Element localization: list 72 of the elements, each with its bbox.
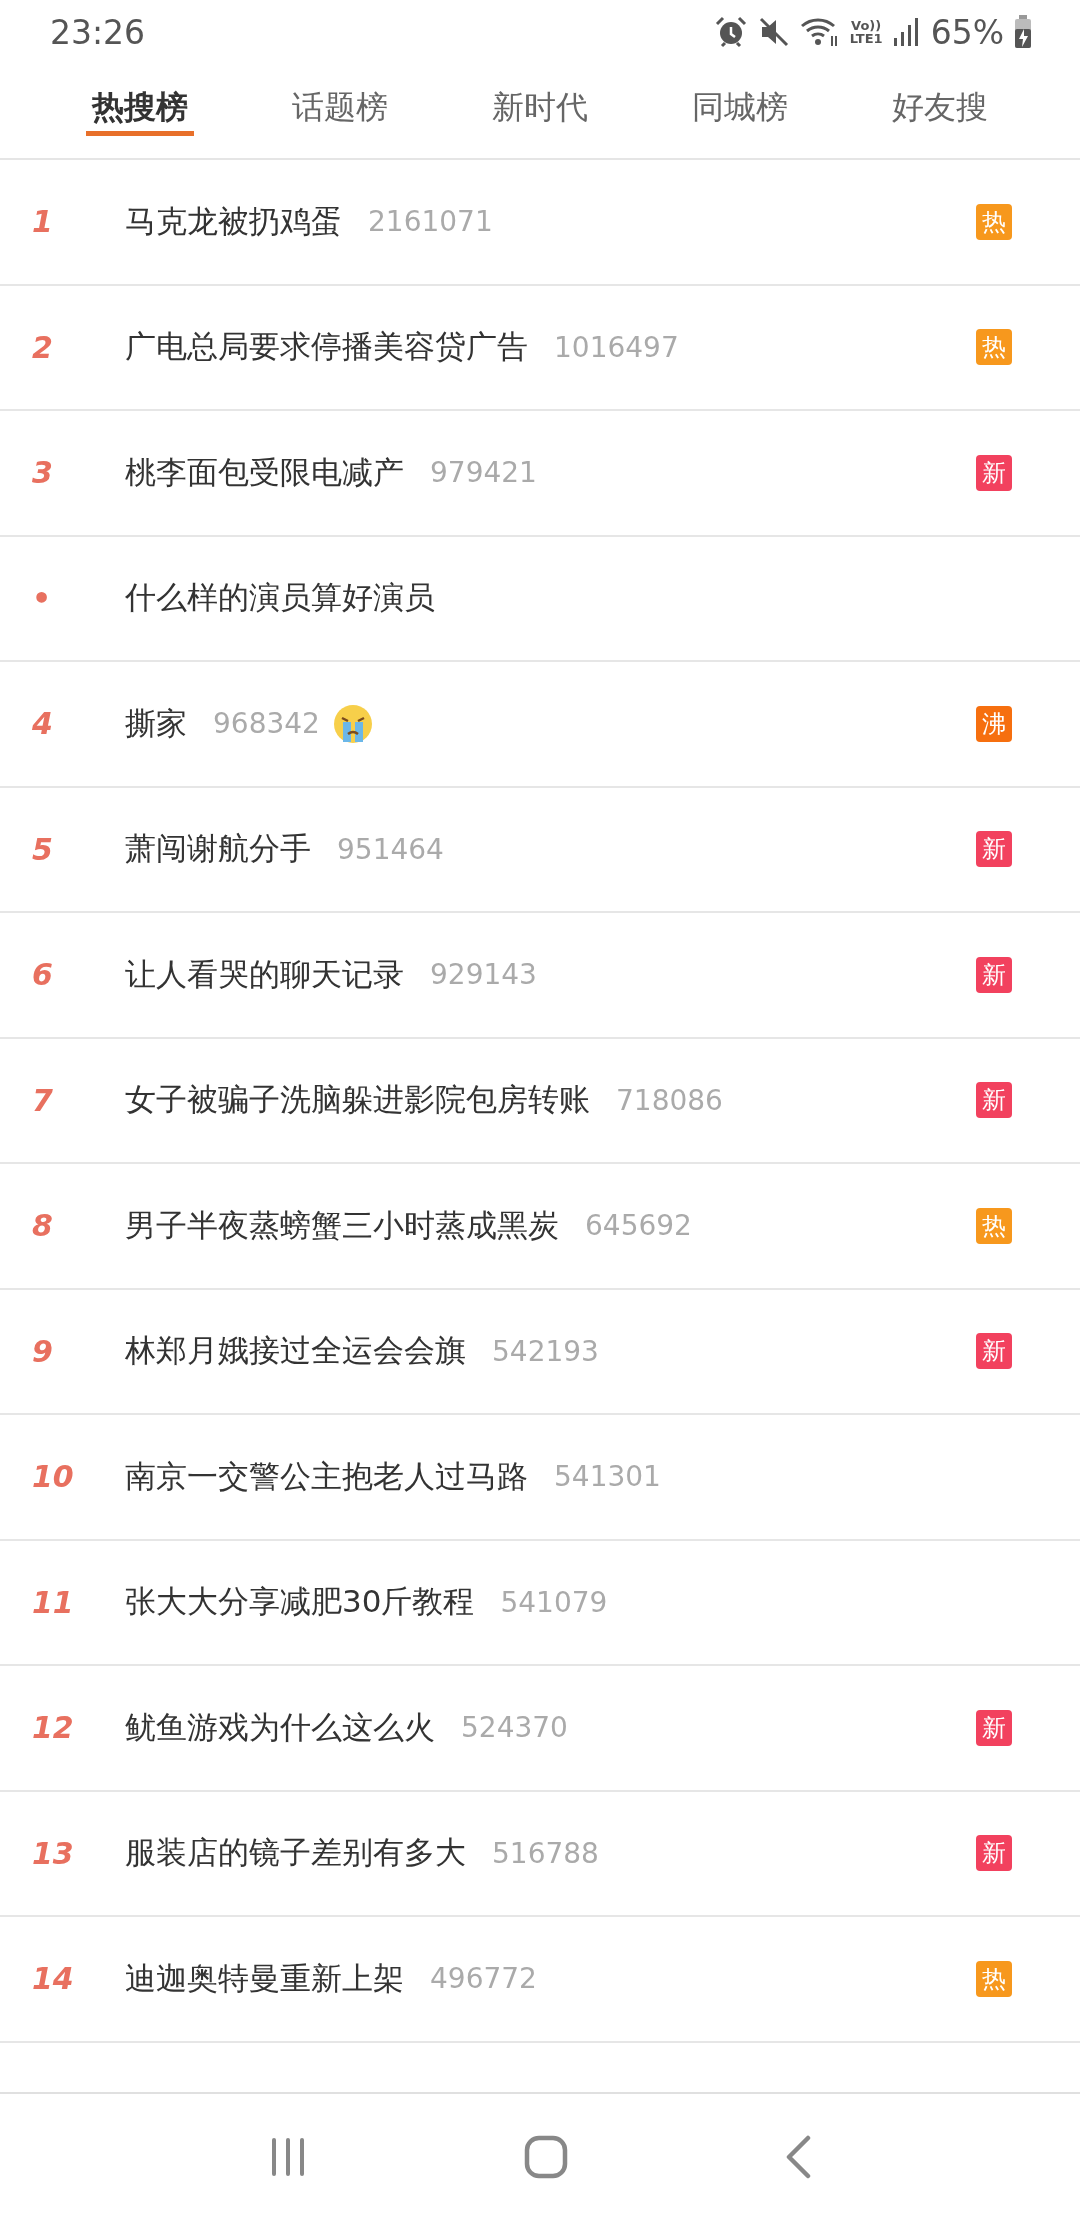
- rank-number: 14: [31, 1961, 75, 1997]
- topic-link[interactable]: 服装店的镜子差别有多大: [125, 1832, 466, 1875]
- search-count: 929143: [430, 958, 537, 992]
- search-count: 542193: [492, 1334, 599, 1368]
- rank-number: 1: [31, 204, 54, 240]
- search-count: 496772: [430, 1962, 537, 1996]
- topic-link[interactable]: 女子被骗子洗脑躲进影院包房转账: [125, 1079, 590, 1122]
- rank-number: 6: [31, 957, 54, 993]
- lte-label: LTE1: [849, 32, 883, 45]
- promoted-dot: •: [31, 580, 53, 616]
- topic-link[interactable]: 马克龙被扔鸡蛋: [125, 200, 342, 243]
- topic-link[interactable]: 萧闯谢航分手: [125, 828, 311, 871]
- tag-label: 新: [976, 1709, 1012, 1746]
- tab[interactable]: 新时代: [486, 64, 594, 136]
- tab[interactable]: 话题榜: [286, 64, 394, 136]
- search-count: 979421: [430, 456, 537, 490]
- topic-link[interactable]: 林郑月娥接过全运会会旗: [125, 1330, 466, 1373]
- battery-percent: 65%: [930, 12, 1004, 52]
- alarm-icon: [713, 15, 748, 49]
- topic-link[interactable]: 桃李面包受限电减产: [125, 451, 404, 494]
- tab[interactable]: 同城榜: [686, 64, 794, 136]
- search-count: 968342: [213, 707, 320, 741]
- rank-number: 9: [31, 1333, 54, 1369]
- rank-number: 3: [31, 455, 54, 491]
- rank-number: 13: [31, 1835, 75, 1871]
- topic-link[interactable]: 迪迦奥特曼重新上架: [125, 1957, 404, 2000]
- wifi-icon: [799, 16, 840, 48]
- tag-label: 沸: [976, 705, 1012, 742]
- topic-link[interactable]: 广电总局要求停播美容贷广告: [125, 326, 528, 369]
- tag-label: 新: [976, 454, 1012, 491]
- tag-label: 新: [976, 956, 1012, 993]
- tag-label: 热: [976, 1207, 1012, 1244]
- search-count: 645692: [585, 1209, 692, 1243]
- topic-link[interactable]: 张大大分享减肥30斤教程: [125, 1581, 475, 1624]
- rank-number: 8: [31, 1208, 54, 1244]
- search-count: 2161071: [368, 205, 493, 239]
- clock-time: 23:26: [50, 12, 146, 52]
- tag-label: 新: [976, 1835, 1012, 1872]
- search-count: 718086: [616, 1083, 723, 1117]
- rank-number: 2: [31, 329, 54, 365]
- search-count: 524370: [461, 1711, 568, 1745]
- rank-number: 7: [31, 1082, 54, 1118]
- tag-label: 热: [976, 329, 1012, 366]
- back-icon[interactable]: [784, 2135, 812, 2179]
- search-count: 541079: [500, 1585, 608, 1619]
- mute-icon: [757, 16, 790, 48]
- tag-label: 新: [976, 1333, 1012, 1370]
- tab[interactable]: 好友搜: [886, 64, 994, 136]
- topic-link[interactable]: 男子半夜蒸螃蟹三小时蒸成黑炭: [125, 1204, 559, 1247]
- tag-label: 热: [976, 203, 1012, 240]
- topic-link[interactable]: 让人看哭的聊天记录: [125, 953, 404, 996]
- search-count: 516788: [492, 1836, 599, 1870]
- rank-number: 5: [31, 831, 54, 867]
- rank-number: 4: [31, 706, 54, 742]
- search-count: 951464: [337, 832, 444, 866]
- topic-link[interactable]: 撕家: [125, 702, 187, 745]
- volte-label: Vo)): [851, 19, 882, 32]
- tag-label: 新: [976, 1082, 1012, 1119]
- rank-number: 11: [31, 1584, 75, 1620]
- signal-icon: [892, 17, 921, 47]
- topic-link[interactable]: 什么样的演员算好演员: [125, 577, 435, 620]
- topic-link[interactable]: 南京一交警公主抱老人过马路: [125, 1455, 528, 1498]
- tag-label: 热: [976, 1960, 1012, 1997]
- topic-link[interactable]: 鱿鱼游戏为什么这么火: [125, 1706, 435, 1749]
- rank-number: 12: [31, 1710, 75, 1746]
- battery-charging-icon: [1014, 15, 1032, 49]
- home-icon[interactable]: [524, 2135, 568, 2179]
- tab[interactable]: 热搜榜: [86, 64, 194, 136]
- search-count: 541301: [554, 1460, 661, 1494]
- tag-label: 新: [976, 831, 1012, 868]
- rank-number: 10: [31, 1459, 75, 1495]
- search-count: 1016497: [554, 330, 679, 364]
